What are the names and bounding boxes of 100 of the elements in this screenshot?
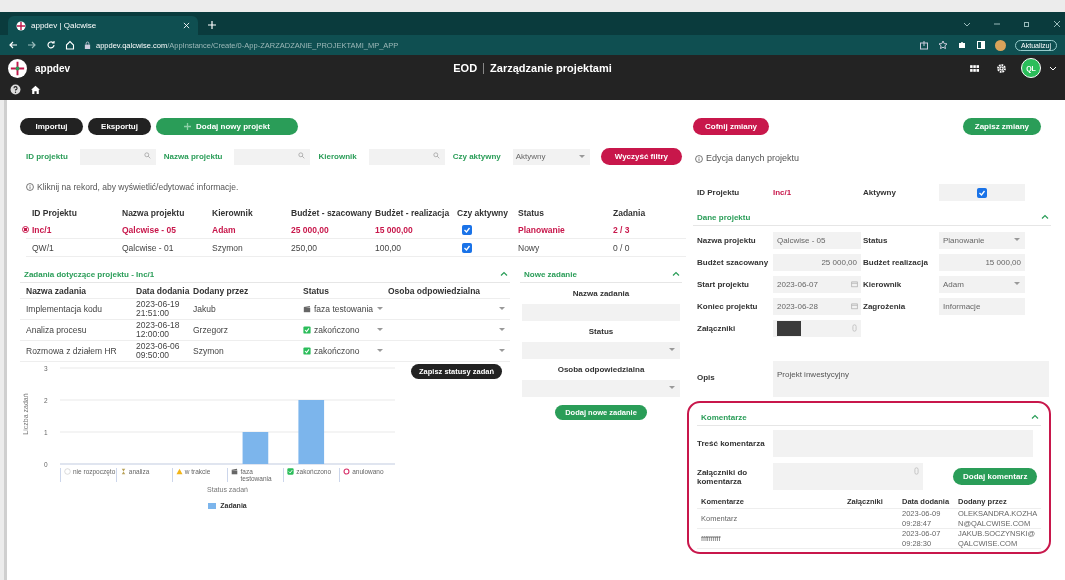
close-icon[interactable] xyxy=(1053,20,1061,28)
toolbar-button[interactable]: Eksportuj xyxy=(88,118,151,135)
globe-icon xyxy=(16,20,26,31)
filter-label: Kierownik xyxy=(318,152,357,161)
toolbar-button[interactable]: Importuj xyxy=(20,118,83,135)
home-icon[interactable] xyxy=(65,40,75,50)
profile-avatar[interactable] xyxy=(995,39,1007,51)
table-cell-text: Nowy xyxy=(518,242,541,253)
search-icon xyxy=(432,151,440,159)
browser-tab[interactable]: appdev | Qalcwise xyxy=(8,16,198,35)
date-cell-text: 2023-06-19 21:51:00 xyxy=(136,299,181,319)
column-header: Budżet - realizacja xyxy=(375,207,451,218)
lock-icon xyxy=(84,40,91,50)
chevron-up-icon[interactable] xyxy=(500,270,508,278)
calendar-icon xyxy=(851,280,858,288)
add-project-button[interactable]: Dodaj nowy projekt xyxy=(156,118,298,135)
checkbox[interactable] xyxy=(462,242,472,253)
table-cell-text: Qalcwise - 05 xyxy=(122,224,177,235)
side-panel-icon[interactable] xyxy=(976,40,987,50)
field-label: Nazwa projektu xyxy=(697,236,757,245)
calendar-icon xyxy=(851,302,858,310)
app-name: appdev xyxy=(35,62,70,74)
date-cell-text: 2023-06-06 09:50:00 xyxy=(136,341,181,361)
logo-icon xyxy=(8,58,27,78)
hourglass-icon xyxy=(119,468,127,475)
paperclip-icon xyxy=(913,467,920,475)
date-cell-text: 2023-06-18 12:00:00 xyxy=(136,320,181,340)
select-field[interactable]: Aktywny xyxy=(512,148,590,165)
ring-icon xyxy=(343,468,351,475)
chevron-up-icon[interactable] xyxy=(1031,413,1039,421)
home-icon[interactable] xyxy=(30,83,41,95)
filter-label: Nazwa projektu xyxy=(163,152,223,161)
field-label: Załączniki do komentarza xyxy=(697,467,749,486)
column-header: Zadania xyxy=(613,207,647,218)
chevron-up-icon[interactable] xyxy=(1041,213,1049,221)
clapperboard-icon xyxy=(231,468,239,475)
clapperboard-icon xyxy=(303,305,311,313)
textarea-field[interactable]: Projekt inwestycyjny xyxy=(773,361,1049,397)
input-field[interactable]: Qalcwise - 05 xyxy=(773,232,861,249)
bar xyxy=(298,400,325,464)
date-field[interactable]: 2023-06-07 xyxy=(773,276,861,293)
help-icon[interactable] xyxy=(10,83,21,95)
status-select[interactable]: faza testowania xyxy=(303,301,388,317)
settings-icon[interactable] xyxy=(996,62,1007,74)
project-row[interactable]: QW/1 Qalcwise - 01 Szymon 250,00 100,00 Nowy 0 / 0 xyxy=(26,239,686,257)
field-label: Treść komentarza xyxy=(697,439,766,448)
app-prefix: EOD xyxy=(453,62,478,74)
select-field[interactable]: Adam xyxy=(939,276,1025,293)
select-field[interactable] xyxy=(522,342,680,359)
forward-arrow-icon[interactable] xyxy=(27,40,37,50)
field-label: Budżet szacowany xyxy=(697,258,770,267)
plus-icon[interactable] xyxy=(208,21,216,29)
search-field[interactable] xyxy=(368,148,445,165)
warning-icon xyxy=(175,468,183,475)
column-header: Osoba odpowiedzialna xyxy=(388,285,482,296)
search-field[interactable] xyxy=(79,148,156,165)
puzzle-icon[interactable] xyxy=(957,40,968,50)
table-cell-text: Szymon xyxy=(212,242,244,253)
file-field[interactable] xyxy=(773,463,923,490)
file-field[interactable] xyxy=(773,320,861,337)
search-field[interactable] xyxy=(234,148,311,165)
chevron-down-icon[interactable] xyxy=(963,20,971,28)
field-label: ID Projektu xyxy=(697,188,741,197)
column-header: Kierownik xyxy=(212,207,254,218)
search-icon xyxy=(298,151,306,159)
chevron-down-icon[interactable] xyxy=(1049,64,1057,72)
table-cell-text: Implementacja kodu xyxy=(26,304,104,314)
select-field[interactable] xyxy=(522,380,680,397)
search-icon xyxy=(143,151,151,159)
date-field[interactable]: 2023-06-28 xyxy=(773,298,861,315)
table-cell-text: Analiza procesu xyxy=(26,325,88,335)
radio-icon[interactable] xyxy=(22,226,29,233)
status-select[interactable]: zakończono xyxy=(303,343,388,359)
checkmark-icon xyxy=(287,468,295,475)
page-title: Zarządzanie projektami xyxy=(490,62,612,74)
add-comment-button[interactable]: Dodaj komentarz xyxy=(953,468,1038,485)
checkbox[interactable] xyxy=(977,187,987,198)
input-field[interactable]: 25 000,00 xyxy=(773,254,861,271)
minimize-icon[interactable] xyxy=(993,20,1001,28)
grid-icon[interactable] xyxy=(969,62,980,74)
column-header: Budżet - szacowany xyxy=(291,207,373,218)
column-header: Czy aktywny xyxy=(457,207,510,218)
project-row[interactable]: Inc/1 Qalcwise - 05 Adam 25 000,00 15 000,00 Planowanie 2 / 3 xyxy=(26,221,686,239)
circle-icon xyxy=(64,468,71,475)
undo-button[interactable]: Cofnij zmiany xyxy=(693,118,769,135)
back-arrow-icon[interactable] xyxy=(8,40,18,50)
input-field[interactable]: Informacje xyxy=(939,298,1025,315)
restore-icon[interactable] xyxy=(1023,20,1031,28)
clear-filters-button[interactable]: Wyczyść filtry xyxy=(600,148,682,165)
share-icon[interactable] xyxy=(919,40,930,50)
bar xyxy=(242,432,269,464)
reload-icon[interactable] xyxy=(46,40,56,50)
input-field[interactable]: 15 000,00 xyxy=(939,254,1025,271)
save-button[interactable]: Zapisz zmiany xyxy=(962,118,1041,135)
status-select[interactable]: zakończono xyxy=(303,322,388,338)
checkmark-icon xyxy=(303,326,311,334)
checkbox[interactable] xyxy=(462,224,472,235)
star-icon[interactable] xyxy=(938,40,949,50)
select-field[interactable]: Planowanie xyxy=(939,232,1025,249)
chevron-up-icon[interactable] xyxy=(672,270,680,278)
